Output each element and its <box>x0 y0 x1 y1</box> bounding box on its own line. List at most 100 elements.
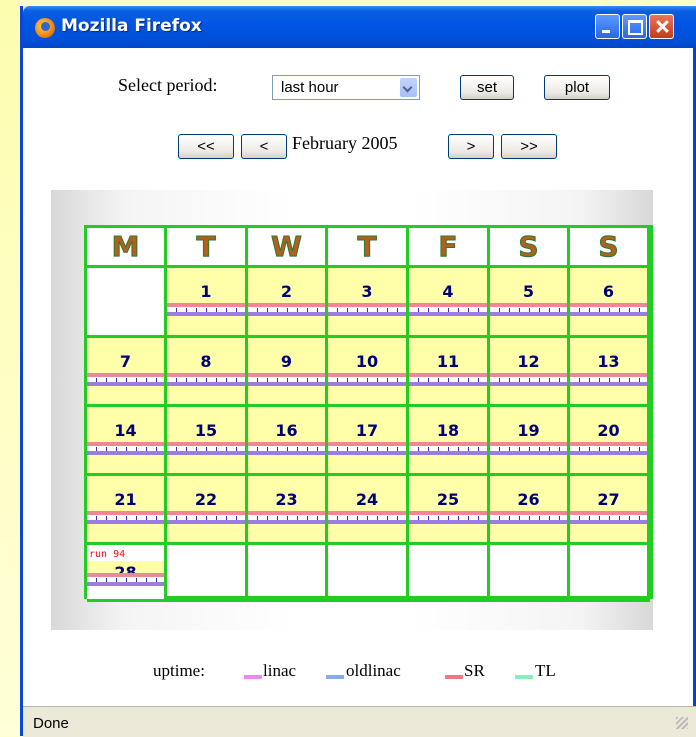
legend-swatch-linac <box>244 675 262 679</box>
day-number: 16 <box>275 421 298 440</box>
day-number: 19 <box>517 421 540 440</box>
title-bar[interactable]: Mozilla Firefox <box>23 6 696 48</box>
legend-swatch-sr <box>445 675 463 679</box>
calendar-day[interactable]: 22 <box>167 476 248 545</box>
calendar-day[interactable]: 11 <box>409 338 490 407</box>
uptime-bar <box>570 382 647 386</box>
calendar-day[interactable]: 25 <box>409 476 490 545</box>
weekday-header: S <box>490 228 570 268</box>
desktop-background <box>0 0 20 736</box>
run-note: run 94 <box>89 549 126 560</box>
day-number: 4 <box>442 282 454 301</box>
day-number: 15 <box>194 421 218 440</box>
day-number: 26 <box>517 490 540 509</box>
calendar-empty-cell <box>570 545 650 602</box>
prev-button[interactable]: < <box>241 134 287 159</box>
day-number: 2 <box>280 282 293 301</box>
uptime-bar <box>167 451 245 455</box>
calendar-day[interactable]: 19 <box>490 407 570 476</box>
legend-swatch-tl <box>515 675 533 679</box>
day-number: 10 <box>355 352 379 371</box>
legend-label: uptime: <box>153 661 205 680</box>
day-number: 17 <box>355 421 379 440</box>
period-select[interactable]: last hour <box>272 75 420 100</box>
weekday-header: S <box>570 228 650 268</box>
calendar-empty-cell <box>167 545 248 602</box>
uptime-bar <box>490 520 567 524</box>
day-number: 23 <box>275 490 298 509</box>
resize-grip-icon[interactable] <box>676 717 688 729</box>
calendar-day[interactable]: 9 <box>248 338 328 407</box>
close-button[interactable] <box>649 14 674 39</box>
uptime-bar <box>248 451 325 455</box>
calendar-day[interactable]: 13 <box>570 338 650 407</box>
day-number: 13 <box>597 352 620 371</box>
period-select-value: last hour <box>281 79 339 96</box>
calendar-day[interactable]: run 9428 <box>87 545 167 602</box>
calendar-day[interactable]: 24 <box>328 476 409 545</box>
uptime-bar <box>570 312 647 316</box>
calendar-day[interactable]: 16 <box>248 407 328 476</box>
calendar-day[interactable]: 1 <box>167 268 248 338</box>
status-bar: Done <box>23 706 696 737</box>
day-number: 11 <box>436 352 460 371</box>
calendar-empty-cell <box>409 545 490 602</box>
day-number: 5 <box>522 282 535 301</box>
uptime-bar <box>87 520 164 524</box>
calendar-empty-cell <box>328 545 409 602</box>
calendar-day[interactable]: 12 <box>490 338 570 407</box>
calendar-day[interactable]: 3 <box>328 268 409 338</box>
uptime-bar <box>248 520 325 524</box>
calendar-day[interactable]: 4 <box>409 268 490 338</box>
calendar-day[interactable]: 26 <box>490 476 570 545</box>
day-number: 12 <box>517 352 540 371</box>
calendar-day[interactable]: 27 <box>570 476 650 545</box>
maximize-button[interactable] <box>622 14 647 39</box>
day-number: 18 <box>436 421 460 440</box>
calendar-day[interactable]: 14 <box>87 407 167 476</box>
uptime-bar <box>570 520 647 524</box>
first-button[interactable]: << <box>178 134 234 159</box>
page-content: Select period: last hour set plot << < F… <box>23 48 696 706</box>
uptime-bar <box>167 312 245 316</box>
plot-button[interactable]: plot <box>544 75 610 100</box>
day-number: 8 <box>200 352 212 371</box>
uptime-bar <box>87 382 164 386</box>
calendar-day[interactable]: 15 <box>167 407 248 476</box>
calendar-day[interactable]: 21 <box>87 476 167 545</box>
browser-window: Mozilla Firefox Select period: last hour… <box>20 6 696 737</box>
chevron-down-icon[interactable] <box>400 78 417 97</box>
uptime-bar <box>167 382 245 386</box>
uptime-bar <box>409 520 487 524</box>
calendar-day[interactable]: 23 <box>248 476 328 545</box>
uptime-bar <box>570 451 647 455</box>
calendar-day[interactable]: 10 <box>328 338 409 407</box>
uptime-bar <box>490 451 567 455</box>
minimize-button[interactable] <box>595 14 620 39</box>
calendar-day[interactable]: 20 <box>570 407 650 476</box>
status-text: Done <box>33 715 69 732</box>
calendar-day[interactable]: 18 <box>409 407 490 476</box>
calendar-empty-cell <box>248 545 328 602</box>
uptime-bar <box>87 582 164 586</box>
weekday-header: M <box>87 228 167 268</box>
set-button[interactable]: set <box>460 75 514 100</box>
uptime-bar <box>409 451 487 455</box>
uptime-bar <box>248 312 325 316</box>
day-number: 21 <box>114 490 137 509</box>
calendar-panel: M T W T F S S 1 2 3 4 5 6 7 8 9 10 11 12 13 14 15 16 17 18 19 20 21… <box>51 190 653 630</box>
next-button[interactable]: > <box>448 134 494 159</box>
day-number: 7 <box>119 352 132 371</box>
legend-swatch-oldlinac <box>326 675 344 679</box>
last-button[interactable]: >> <box>501 134 557 159</box>
day-number: 3 <box>361 282 373 301</box>
calendar-day[interactable]: 5 <box>490 268 570 338</box>
calendar-day[interactable]: 8 <box>167 338 248 407</box>
day-number: 6 <box>602 282 615 301</box>
uptime-bar <box>248 382 325 386</box>
calendar-day[interactable]: 6 <box>570 268 650 338</box>
calendar-day[interactable]: 2 <box>248 268 328 338</box>
calendar-day[interactable]: 17 <box>328 407 409 476</box>
calendar-day[interactable]: 7 <box>87 338 167 407</box>
legend-linac: linac <box>263 661 297 680</box>
